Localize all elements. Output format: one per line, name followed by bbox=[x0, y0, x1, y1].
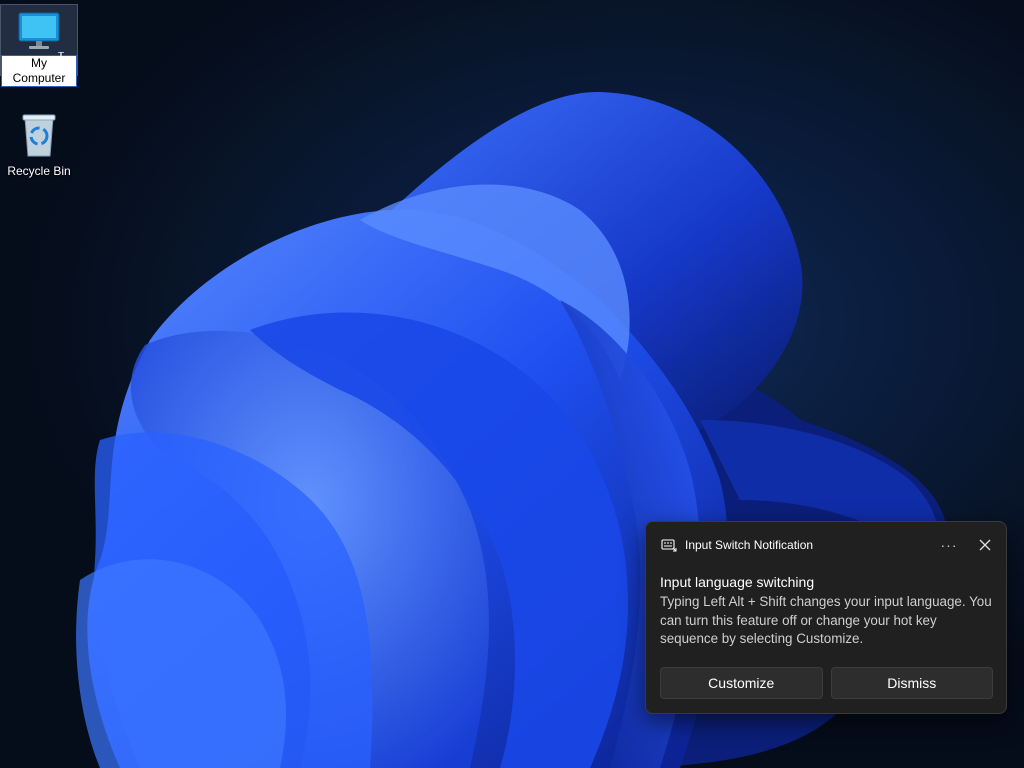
monitor-icon bbox=[18, 12, 60, 49]
notification-title: Input language switching bbox=[660, 574, 815, 590]
dismiss-button[interactable]: Dismiss bbox=[830, 667, 993, 699]
my-computer-rename-field[interactable]: My Computer bbox=[1, 55, 77, 87]
notification-actions: Customize Dismiss bbox=[660, 667, 993, 699]
text-cursor-icon bbox=[58, 52, 64, 66]
more-options-icon[interactable]: ··· bbox=[938, 536, 960, 554]
recycle-bin-icon bbox=[22, 114, 56, 157]
label-after: ter bbox=[51, 71, 66, 85]
customize-button[interactable]: Customize bbox=[660, 667, 823, 699]
desktop[interactable]: My Computer Recycle Bin Input Switch Not… bbox=[0, 0, 1024, 768]
desktop-icon-my-computer[interactable]: My Computer bbox=[0, 4, 78, 87]
notification-app-name: Input Switch Notification bbox=[685, 538, 814, 552]
keyboard-icon bbox=[661, 539, 677, 552]
desktop-icon-recycle-bin[interactable]: Recycle Bin bbox=[0, 112, 78, 178]
close-button[interactable] bbox=[976, 536, 994, 554]
close-icon bbox=[979, 539, 991, 551]
recycle-bin-label: Recycle Bin bbox=[7, 164, 71, 178]
label-before: My Comp bbox=[12, 56, 47, 85]
input-switch-notification[interactable]: Input Switch Notification ··· Input lang… bbox=[645, 521, 1007, 714]
notification-body: Typing Left Alt + Shift changes your inp… bbox=[660, 594, 992, 646]
notification-header: Input Switch Notification ··· bbox=[661, 536, 994, 554]
